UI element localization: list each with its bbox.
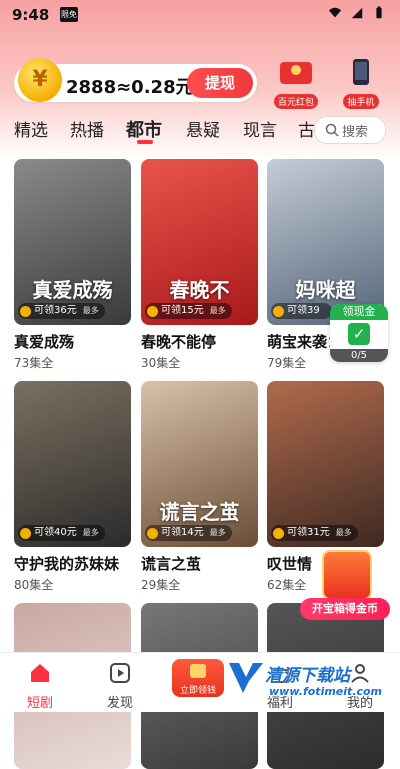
signal-icon [351, 7, 363, 19]
reward-text: 可领40元 [34, 527, 77, 538]
reward-text: 可领14元 [161, 527, 204, 538]
nav-earn-money-button[interactable]: 立即领钱 [172, 659, 224, 697]
search-icon [325, 123, 339, 137]
drama-title[interactable]: 真爱成殇 [14, 331, 131, 352]
drama-card[interactable]: 春晚不 可领15元 最多 春晚不能停 30集全 [141, 159, 258, 371]
withdraw-button[interactable]: 提现 [187, 68, 253, 98]
promo-phone-draw-label: 抽手机 [343, 94, 379, 109]
reward-max-label: 最多 [82, 306, 99, 315]
coin-balance-text: 2888≈0.28元 [66, 77, 194, 98]
reward-text: 可领31元 [287, 527, 330, 538]
poster-title: 春晚不 [169, 278, 230, 302]
episode-count: 73集全 [14, 356, 54, 370]
drama-card[interactable]: 真爱成殇 可领36元 最多 真爱成殇 73集全 [14, 159, 131, 371]
poster-title: 真爱成殇 [32, 278, 113, 302]
status-app-badge: 限免 [60, 7, 78, 22]
reward-badge: 可领31元 最多 [271, 525, 358, 541]
promo-red-packet-label: 百元红包 [273, 94, 318, 109]
reward-badge: 可领39 [271, 303, 332, 319]
promo-red-packet[interactable]: 百元红包 [270, 58, 322, 109]
drama-poster[interactable]: 可领31元 最多 [267, 381, 384, 547]
status-time: 9:48 [12, 6, 50, 24]
drama-title[interactable]: 谎言之茧 [141, 553, 258, 574]
status-icons [328, 6, 386, 20]
coin-balance-banner[interactable]: ¥ 2888≈0.28元 提现 [14, 58, 257, 102]
status-bar: 9:48 限免 [0, 0, 400, 30]
reward-badge: 可领15元 最多 [145, 303, 232, 319]
reward-badge: 可领36元 最多 [18, 303, 105, 319]
home-icon [31, 664, 49, 682]
nav-drama[interactable]: 短剧 [10, 661, 70, 711]
coin-icon [147, 527, 158, 539]
episode-count: 30集全 [141, 356, 181, 370]
watermark-url: www.fotimeit.com [269, 685, 383, 698]
check-icon: ✓ [348, 323, 370, 345]
battery-icon [376, 6, 382, 19]
reward-max-label: 最多 [209, 306, 226, 315]
nav-earn-money-label: 立即领钱 [179, 686, 216, 696]
drama-poster[interactable]: 可领40元 最多 [14, 381, 131, 547]
reward-max-label: 最多 [82, 528, 99, 537]
reward-text: 可领39 [287, 305, 320, 316]
coin-icon [147, 305, 158, 317]
gold-coin-icon: ¥ [18, 58, 62, 102]
wifi-icon [328, 7, 342, 18]
nav-discover[interactable]: 发现 [90, 661, 150, 711]
nav-drama-label: 短剧 [26, 696, 53, 711]
phone-icon [353, 59, 369, 85]
treasure-chest-widget[interactable]: 开宝箱得金币 [300, 550, 390, 630]
drama-poster[interactable]: 谎言之茧 可领14元 最多 [141, 381, 258, 547]
coin-icon [20, 305, 31, 317]
episode-count: 80集全 [14, 578, 54, 592]
money-icon [190, 664, 206, 678]
tab-gu[interactable]: 古 [298, 116, 315, 141]
drama-title[interactable]: 春晚不能停 [141, 331, 258, 352]
poster-title: 谎言之茧 [159, 500, 240, 524]
coin-icon [273, 527, 284, 539]
drama-poster[interactable]: 妈咪超可领39 [267, 159, 384, 325]
drama-title[interactable]: 守护我的苏妹妹 [14, 553, 131, 574]
watermark-logo-icon [229, 663, 263, 693]
nav-discover-label: 发现 [106, 696, 133, 711]
cash-reward-progress: 0/5 [330, 349, 388, 362]
tab-xianyan[interactable]: 现言 [243, 116, 277, 141]
tab-xuanyi[interactable]: 悬疑 [186, 116, 220, 141]
treasure-chest-icon [322, 550, 372, 600]
tab-rebo[interactable]: 热播 [70, 116, 104, 141]
drama-card[interactable]: 谎言之茧 可领14元 最多 谎言之茧 29集全 [141, 381, 258, 593]
cash-reward-widget[interactable]: 领现金 ✓ 0/5 [330, 304, 388, 362]
play-icon [110, 663, 130, 683]
poster-title: 妈咪超 [295, 278, 356, 302]
drama-poster[interactable]: 真爱成殇 可领36元 最多 [14, 159, 131, 325]
search-button[interactable]: 搜索 [314, 116, 386, 144]
site-watermark: 清源下载站 www.fotimeit.com [225, 655, 385, 705]
search-placeholder: 搜索 [342, 125, 369, 140]
drama-card[interactable]: 可领40元 最多守护我的苏妹妹 80集全 [14, 381, 131, 593]
treasure-chest-label: 开宝箱得金币 [300, 598, 390, 620]
drama-poster[interactable]: 春晚不 可领15元 最多 [141, 159, 258, 325]
tab-jingxuan[interactable]: 精选 [14, 116, 48, 141]
reward-text: 可领36元 [34, 305, 77, 316]
cash-reward-label: 领现金 [330, 304, 388, 320]
reward-badge: 可领40元 最多 [18, 525, 105, 541]
reward-badge: 可领14元 最多 [145, 525, 232, 541]
tab-dushi[interactable]: 都市 [126, 116, 162, 142]
active-tab-indicator [137, 140, 153, 144]
reward-max-label: 最多 [209, 528, 226, 537]
reward-max-label: 最多 [335, 528, 352, 537]
watermark-title: 清源下载站 [265, 666, 350, 686]
red-packet-icon [280, 62, 312, 84]
coin-icon [20, 527, 31, 539]
promo-phone-draw[interactable]: 抽手机 [335, 58, 387, 109]
episode-count: 29集全 [141, 578, 181, 592]
reward-text: 可领15元 [161, 305, 204, 316]
coin-icon [273, 305, 284, 317]
